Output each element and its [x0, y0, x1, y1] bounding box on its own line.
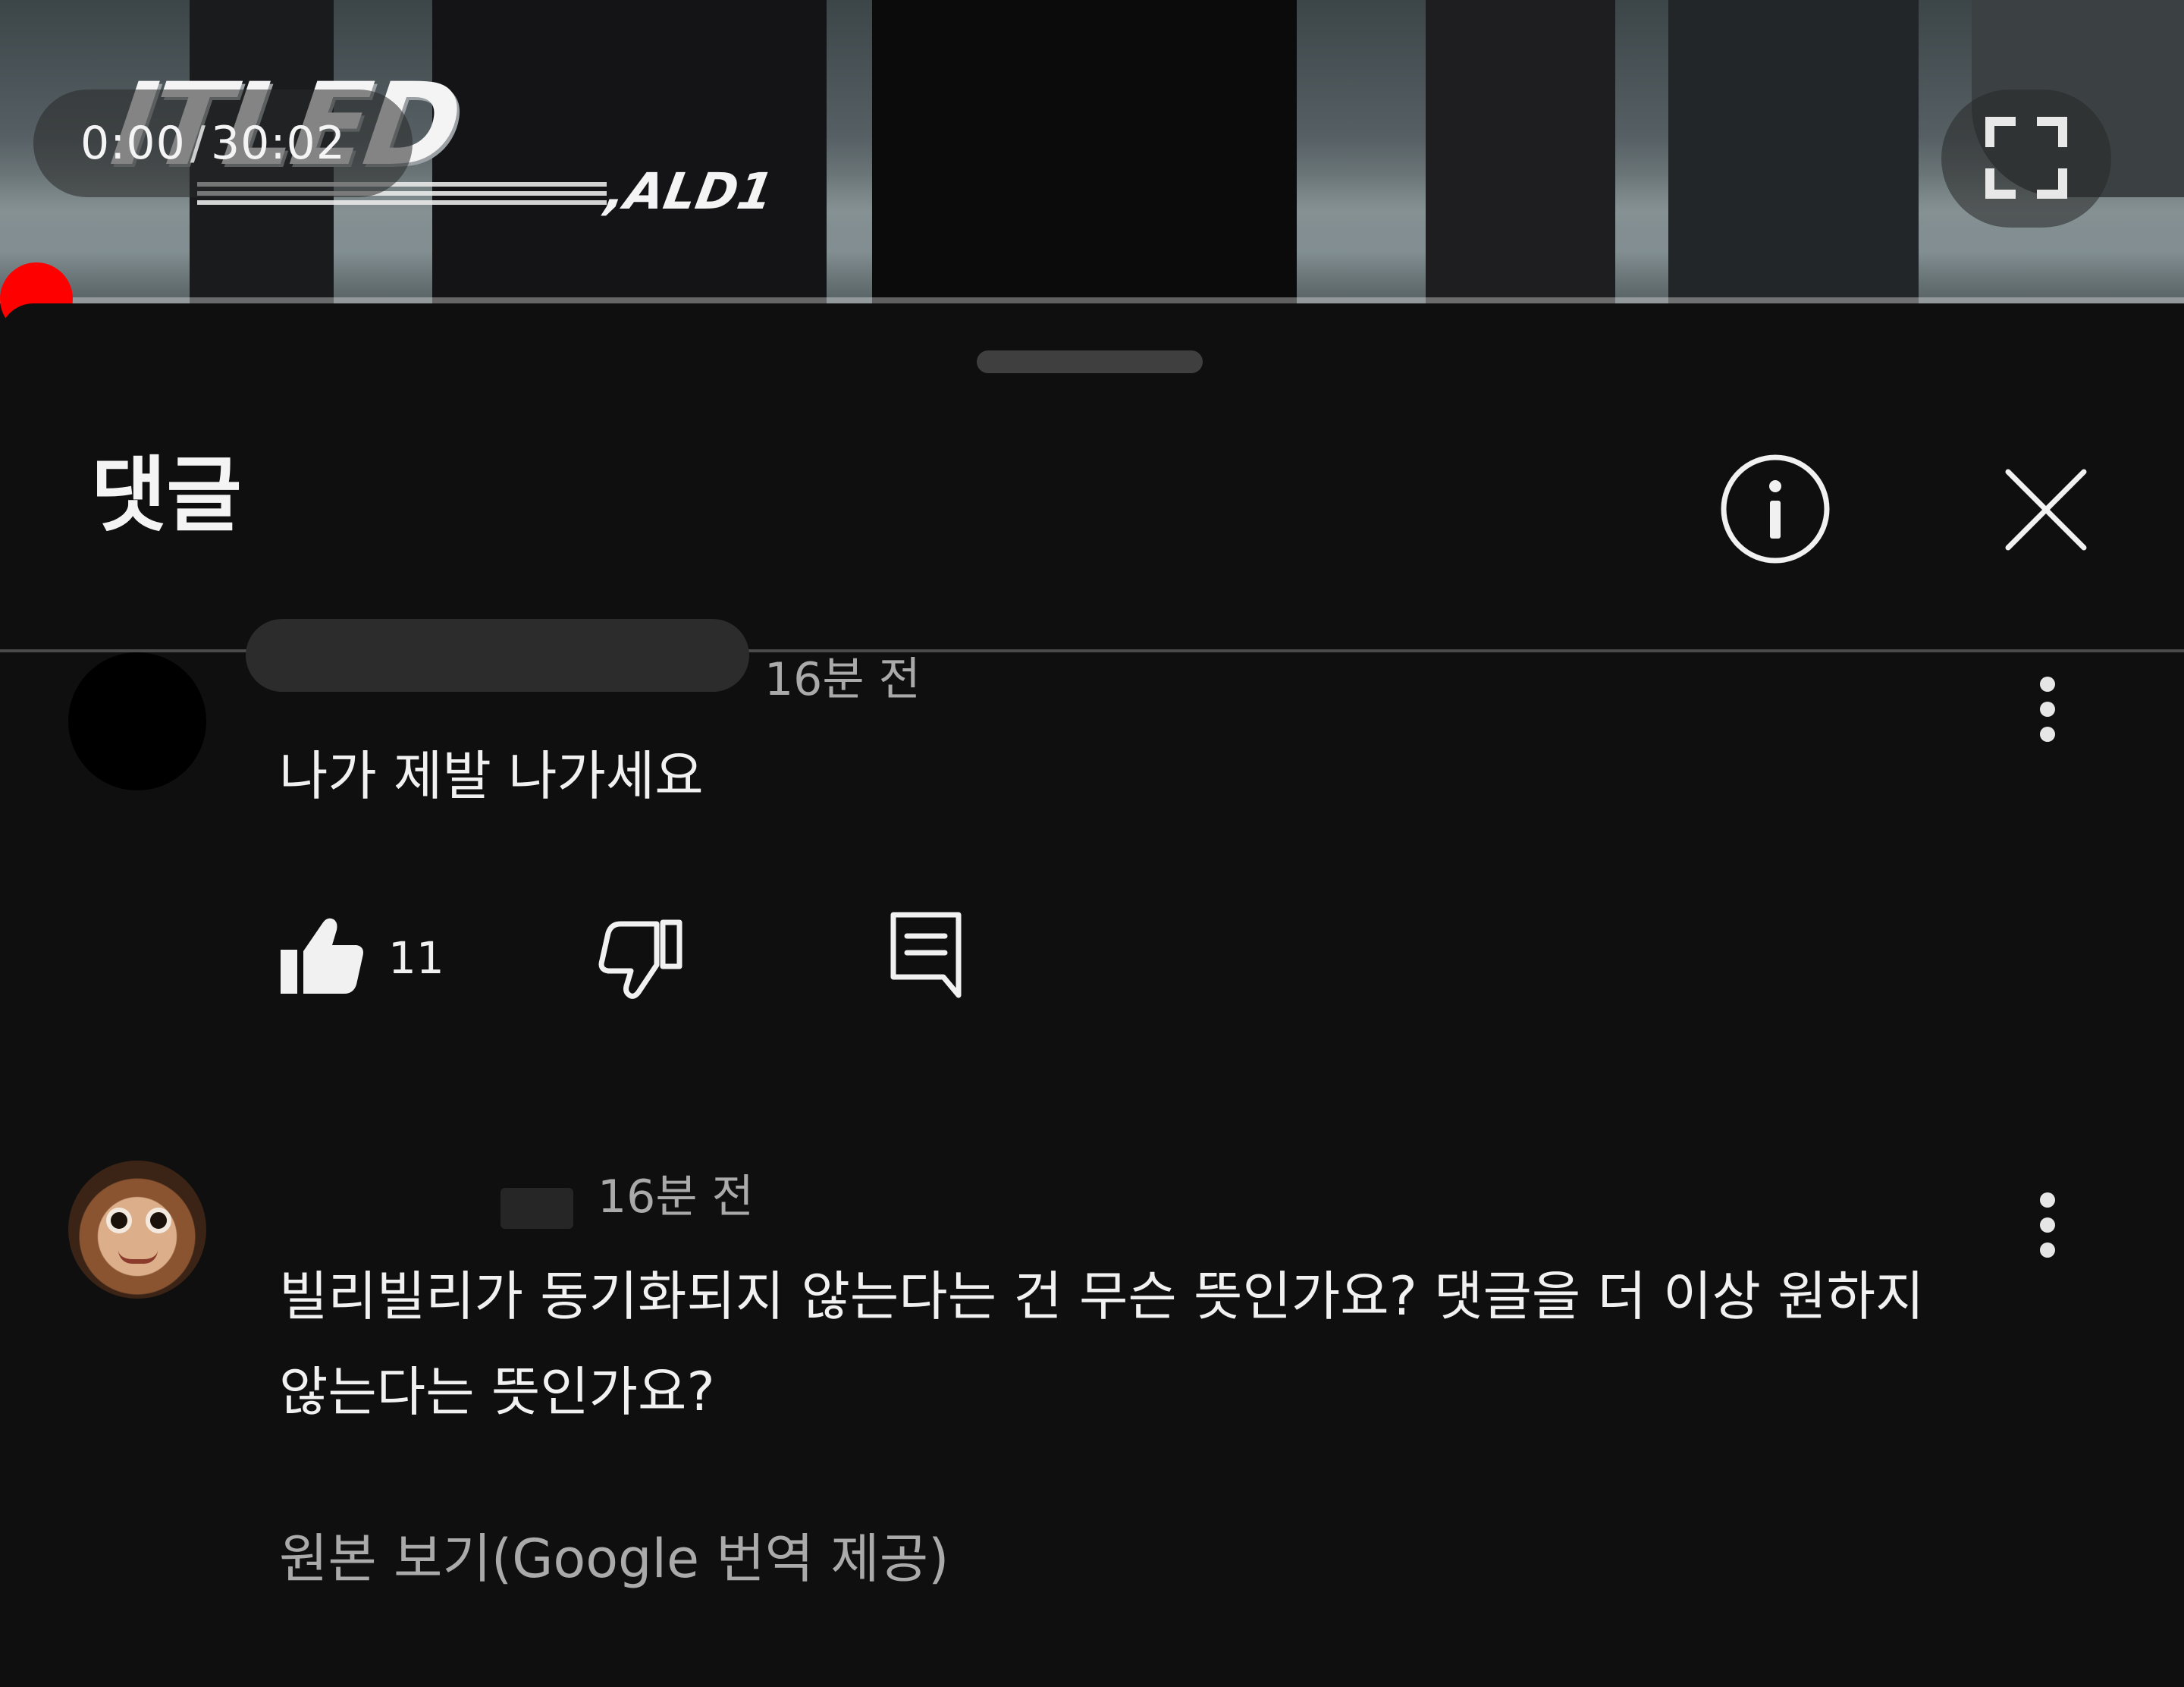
reply-button[interactable] — [889, 910, 965, 1001]
info-icon — [1721, 454, 1830, 564]
avatar-eye — [146, 1208, 171, 1233]
video-figure — [872, 0, 1297, 303]
comment-text: 빌리빌리가 동기화되지 않는다는 건 무슨 뜻인가요? 댓글을 더 이상 원하지… — [279, 1265, 1925, 1423]
more-vert-icon — [2040, 1192, 2055, 1258]
thumbs-up-icon — [281, 918, 363, 994]
avatar-eye — [106, 1208, 132, 1233]
comment-text: 나가 제발 나가세요 — [279, 745, 704, 807]
video-figure — [1426, 0, 1615, 303]
close-button[interactable] — [2002, 466, 2090, 554]
video-figure — [1668, 0, 1919, 303]
dislike-button[interactable] — [596, 916, 687, 1007]
video-player[interactable]: ITLED ,ALD1 0:00 / 30:02 — [0, 0, 2184, 303]
video-title-art-sub: ,ALD1 — [601, 162, 778, 221]
author-redacted — [246, 619, 749, 692]
progress-bar[interactable] — [0, 297, 2184, 303]
current-time: 0:00 — [80, 117, 186, 170]
reply-icon — [890, 912, 962, 998]
sheet-title: 댓글 — [91, 448, 242, 543]
drag-handle[interactable] — [977, 350, 1203, 373]
avatar[interactable] — [68, 1161, 206, 1299]
author-redacted — [500, 1188, 573, 1229]
comment-menu-button[interactable] — [2025, 1183, 2070, 1267]
see-original-translation-link[interactable]: 원본 보기(Google 번역 제공) — [279, 1532, 949, 1585]
info-button[interactable] — [1718, 452, 1832, 566]
fullscreen-button[interactable] — [1941, 90, 2111, 228]
fullscreen-icon — [1985, 117, 2067, 199]
time-display: 0:00 / 30:02 — [33, 90, 413, 197]
avatar[interactable] — [68, 652, 206, 790]
more-vert-icon — [2040, 677, 2055, 742]
comment-timestamp: 16분 전 — [764, 653, 921, 706]
comment-menu-button[interactable] — [2025, 668, 2070, 751]
like-button[interactable] — [278, 910, 369, 1001]
avatar-mouth — [118, 1250, 158, 1264]
time-separator: / — [190, 117, 206, 170]
close-icon — [2005, 469, 2087, 551]
like-count: 11 — [388, 932, 444, 984]
duration: 30:02 — [210, 117, 346, 170]
video-figure — [432, 0, 827, 303]
thumbs-down-icon — [598, 919, 682, 999]
comment-timestamp: 16분 전 — [598, 1170, 754, 1224]
